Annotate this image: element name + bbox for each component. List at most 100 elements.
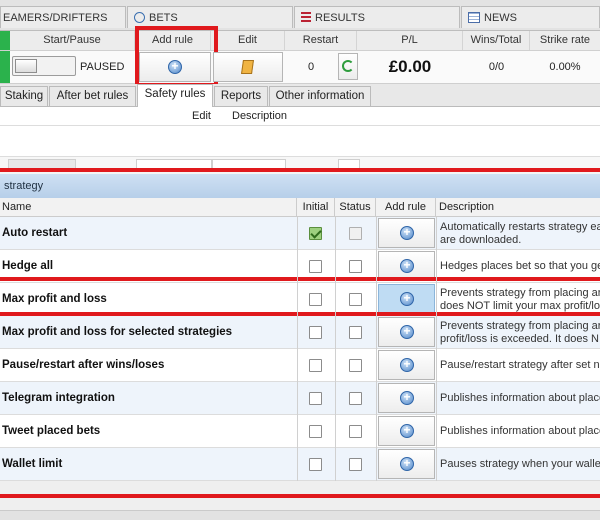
column-separator bbox=[436, 217, 437, 481]
wins-total-value: 0/0 bbox=[488, 61, 505, 73]
pl-value: £0.00 bbox=[388, 57, 432, 76]
subheader-description: Description bbox=[232, 110, 288, 122]
active-indicator-bar bbox=[0, 51, 10, 83]
rule-row[interactable]: Max profit and loss for selected strateg… bbox=[0, 316, 600, 349]
rule-description-line2: profit/loss is exceeded. It does N bbox=[440, 333, 599, 345]
tab-bets-label: BETS bbox=[149, 11, 178, 24]
tab-results[interactable]: RESULTS bbox=[294, 6, 460, 28]
status-checkbox[interactable] bbox=[349, 326, 362, 339]
header-start-pause: Start/Pause bbox=[10, 31, 135, 50]
refresh-icon bbox=[342, 60, 354, 72]
subheader-edit: Edit bbox=[192, 110, 211, 122]
add-rule-button[interactable]: + bbox=[378, 416, 435, 446]
plus-icon: + bbox=[400, 391, 414, 405]
initial-checkbox[interactable] bbox=[309, 293, 322, 306]
add-rule-button[interactable]: + bbox=[378, 350, 435, 380]
start-pause-toggle[interactable] bbox=[12, 56, 76, 76]
tab-streamers-label: EAMERS/DRIFTERS bbox=[3, 11, 108, 24]
initial-checkbox[interactable] bbox=[309, 227, 322, 240]
status-checkbox[interactable] bbox=[349, 458, 362, 471]
list-icon bbox=[301, 12, 311, 23]
plus-icon: + bbox=[400, 424, 414, 438]
toggle-knob bbox=[15, 59, 37, 73]
header-wins-total: Wins/Total bbox=[463, 31, 530, 50]
rule-name: Tweet placed bets bbox=[2, 425, 101, 437]
annotation-line-mid-top bbox=[0, 277, 600, 281]
restart-button[interactable] bbox=[338, 53, 358, 80]
rule-name: Auto restart bbox=[2, 227, 68, 239]
initial-checkbox[interactable] bbox=[309, 260, 322, 273]
strategy-title: strategy bbox=[4, 180, 44, 192]
annotation-line-top bbox=[0, 168, 600, 172]
edit-button[interactable] bbox=[213, 52, 283, 82]
header-pl: P/L bbox=[357, 31, 463, 50]
col-status: Status bbox=[335, 198, 376, 216]
safety-rules-empty-area bbox=[0, 126, 600, 156]
tab-results-label: RESULTS bbox=[315, 11, 365, 24]
tab-streamers-drifters[interactable]: EAMERS/DRIFTERS bbox=[0, 6, 126, 28]
column-separator bbox=[297, 217, 298, 481]
column-separator bbox=[335, 217, 336, 481]
col-add-rule: Add rule bbox=[376, 198, 436, 216]
strategy-title-bar bbox=[0, 174, 600, 199]
restart-count: 0 bbox=[307, 61, 315, 73]
status-checkbox[interactable] bbox=[349, 260, 362, 273]
tab-bets[interactable]: BETS bbox=[127, 6, 293, 28]
header-restart: Restart bbox=[285, 31, 357, 50]
edit-icon bbox=[241, 60, 254, 74]
status-checkbox[interactable] bbox=[349, 392, 362, 405]
rule-description: Automatically restarts strategy ea bbox=[440, 221, 600, 233]
rule-description: Publishes information about place bbox=[440, 425, 600, 437]
tab-safety-rules[interactable]: Safety rules bbox=[137, 84, 213, 107]
safety-rules-subheader bbox=[0, 107, 600, 126]
status-checkbox[interactable] bbox=[349, 293, 362, 306]
tab-other-information[interactable]: Other information bbox=[269, 86, 371, 106]
rule-row[interactable]: Wallet limit + Pauses strategy when your… bbox=[0, 448, 600, 481]
tab-after-bet-rules[interactable]: After bet rules bbox=[49, 86, 136, 106]
rule-row[interactable]: Tweet placed bets + Publishes informatio… bbox=[0, 415, 600, 448]
add-rule-button[interactable]: + bbox=[378, 218, 435, 248]
plus-icon: + bbox=[400, 226, 414, 240]
rule-description: Pauses strategy when your walle bbox=[440, 458, 600, 470]
plus-icon: + bbox=[400, 358, 414, 372]
news-icon bbox=[468, 12, 480, 23]
col-initial: Initial bbox=[297, 198, 335, 216]
initial-checkbox[interactable] bbox=[309, 458, 322, 471]
add-rule-button[interactable]: + bbox=[378, 449, 435, 479]
header-strike-rate: Strike rate bbox=[539, 34, 591, 46]
plus-icon: + bbox=[400, 457, 414, 471]
annotation-box-add-rule bbox=[135, 26, 218, 87]
annotation-line-bottom bbox=[0, 494, 600, 498]
plus-icon: + bbox=[400, 259, 414, 273]
rule-description: Hedges places bet so that you ge bbox=[440, 260, 600, 272]
tab-news[interactable]: NEWS bbox=[461, 6, 600, 28]
check-icon bbox=[310, 227, 322, 239]
add-rule-button[interactable]: + bbox=[378, 284, 435, 314]
rule-name: Wallet limit bbox=[2, 458, 63, 470]
rule-row[interactable]: Telegram integration + Publishes informa… bbox=[0, 382, 600, 415]
strike-rate-value: 0.00% bbox=[549, 61, 581, 73]
status-checkbox[interactable] bbox=[349, 425, 362, 438]
rule-row[interactable]: Pause/restart after wins/loses + Pause/r… bbox=[0, 349, 600, 382]
col-name: Name bbox=[0, 198, 297, 216]
add-rule-button[interactable]: + bbox=[378, 317, 435, 347]
rule-description: Prevents strategy from placing ar bbox=[440, 287, 600, 299]
rule-description: Prevents strategy from placing ar bbox=[440, 320, 600, 332]
status-checkbox[interactable] bbox=[349, 359, 362, 372]
rule-row[interactable]: Auto restart + Automatically restarts st… bbox=[0, 217, 600, 250]
initial-checkbox[interactable] bbox=[309, 326, 322, 339]
plus-icon: + bbox=[400, 325, 414, 339]
tab-staking[interactable]: Staking bbox=[0, 86, 48, 106]
initial-checkbox[interactable] bbox=[309, 425, 322, 438]
plus-icon: + bbox=[400, 292, 414, 306]
add-rule-button[interactable]: + bbox=[378, 383, 435, 413]
bets-icon bbox=[134, 12, 145, 23]
initial-checkbox[interactable] bbox=[309, 392, 322, 405]
tab-news-label: NEWS bbox=[484, 11, 517, 24]
tab-reports[interactable]: Reports bbox=[214, 86, 268, 106]
header-edit: Edit bbox=[211, 31, 285, 50]
rule-name: Max profit and loss for selected strateg… bbox=[2, 326, 233, 338]
initial-checkbox[interactable] bbox=[309, 359, 322, 372]
rule-name: Telegram integration bbox=[2, 392, 115, 404]
status-checkbox[interactable] bbox=[349, 227, 362, 240]
